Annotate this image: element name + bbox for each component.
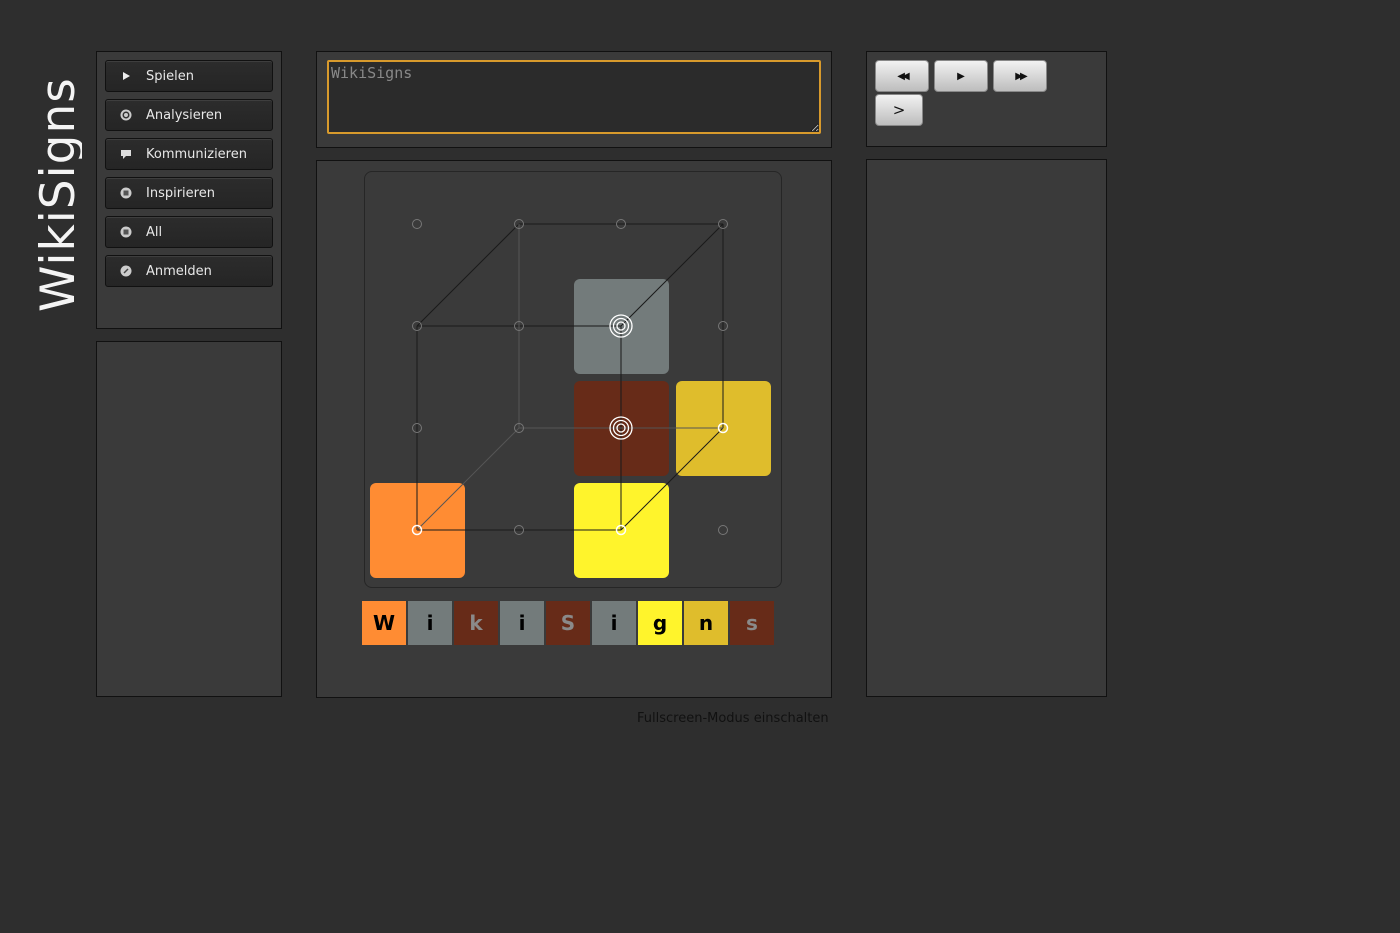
letter-tile[interactable]: g — [638, 601, 682, 645]
menu-item-kommunizieren[interactable]: Kommunizieren — [105, 138, 273, 170]
letter-tiles: WikiSigns — [362, 601, 774, 645]
input-panel — [316, 51, 832, 148]
fast-forward-button[interactable]: ▶▶ — [993, 60, 1047, 92]
letter-tile[interactable]: k — [454, 601, 498, 645]
rewind-button[interactable]: ◀◀ — [875, 60, 929, 92]
menu-item-label: Inspirieren — [146, 185, 215, 201]
board-panel: WikiSigns — [316, 160, 832, 698]
play-icon: ▶ — [957, 70, 965, 82]
playback-panel: ◀◀ ▶ ▶▶ > — [866, 51, 1107, 147]
next-label: > — [892, 101, 906, 119]
letter-tile[interactable]: i — [592, 601, 636, 645]
menu-item-label: All — [146, 224, 163, 240]
rewind-icon: ◀◀ — [897, 70, 910, 82]
letter-tile[interactable]: i — [500, 601, 544, 645]
menu-item-label: Kommunizieren — [146, 146, 247, 162]
main-menu: Spielen Analysieren Kommunizieren Inspir… — [96, 51, 282, 329]
letter-tile[interactable]: i — [408, 601, 452, 645]
letter-tile[interactable]: S — [546, 601, 590, 645]
menu-item-analysieren[interactable]: Analysieren — [105, 99, 273, 131]
letter-tile[interactable]: n — [684, 601, 728, 645]
letter-tile[interactable]: W — [362, 601, 406, 645]
robot-icon — [120, 187, 132, 199]
play-button[interactable]: ▶ — [934, 60, 988, 92]
fast-forward-icon: ▶▶ — [1015, 70, 1028, 82]
menu-item-label: Anmelden — [146, 263, 212, 279]
logo-text: WikiSigns — [36, 77, 82, 312]
next-button[interactable]: > — [875, 94, 923, 126]
play-icon — [120, 70, 132, 82]
right-lower-panel — [866, 159, 1107, 697]
menu-item-all[interactable]: All — [105, 216, 273, 248]
robot-icon — [120, 226, 132, 238]
letter-tile[interactable]: s — [730, 601, 774, 645]
menu-item-anmelden[interactable]: Anmelden — [105, 255, 273, 287]
wikisigns-logo: WikiSigns — [31, 62, 86, 314]
menu-item-label: Spielen — [146, 68, 194, 84]
sign-text-input[interactable] — [327, 60, 821, 134]
speech-bubble-icon — [120, 148, 132, 160]
fullscreen-link[interactable]: Fullscreen-Modus einschalten — [637, 711, 829, 726]
menu-item-inspirieren[interactable]: Inspirieren — [105, 177, 273, 209]
target-icon — [120, 109, 132, 121]
menu-item-spielen[interactable]: Spielen — [105, 60, 273, 92]
key-icon — [120, 265, 132, 277]
left-lower-panel — [96, 341, 282, 697]
menu-item-label: Analysieren — [146, 107, 223, 123]
